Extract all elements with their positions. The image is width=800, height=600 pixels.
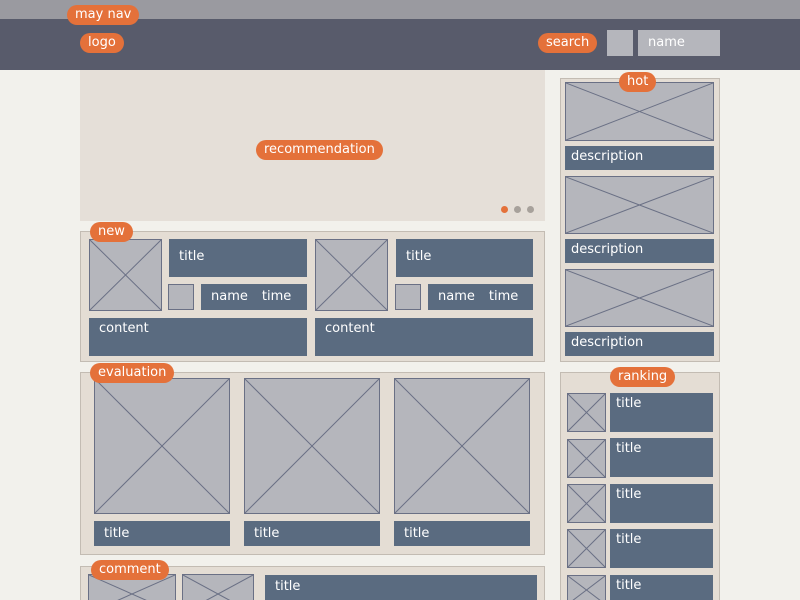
image-placeholder[interactable] xyxy=(565,176,714,234)
evaluation-title[interactable]: title xyxy=(244,521,380,546)
slide-dot-1[interactable] xyxy=(501,206,508,213)
author-name[interactable]: name xyxy=(211,289,248,304)
post-time: time xyxy=(488,289,519,304)
evaluation-title[interactable]: title xyxy=(94,521,230,546)
ranking-title[interactable]: title xyxy=(610,484,713,523)
new-label: new xyxy=(90,222,133,242)
image-placeholder[interactable] xyxy=(94,378,230,514)
comment-title[interactable]: title xyxy=(265,575,537,600)
author-name[interactable]: name xyxy=(438,289,475,304)
nav-label[interactable]: may nav xyxy=(67,5,140,25)
search-button[interactable]: search xyxy=(538,33,598,53)
ranking-title[interactable]: title xyxy=(610,438,713,477)
author-avatar[interactable] xyxy=(168,284,194,310)
avatar[interactable] xyxy=(607,30,633,56)
new-item-title[interactable]: title xyxy=(169,239,307,277)
hot-description[interactable]: description xyxy=(565,146,714,170)
comment-label: comment xyxy=(91,560,169,580)
image-placeholder[interactable] xyxy=(567,575,606,600)
ranking-title[interactable]: title xyxy=(610,575,713,600)
logo[interactable]: logo xyxy=(80,33,124,53)
hot-description[interactable]: description xyxy=(565,239,714,263)
image-placeholder[interactable] xyxy=(182,574,254,600)
image-placeholder[interactable] xyxy=(244,378,380,514)
image-placeholder[interactable] xyxy=(567,484,606,523)
ranking-title[interactable]: title xyxy=(610,529,713,568)
meta-row: name time xyxy=(201,284,307,310)
image-placeholder[interactable] xyxy=(315,239,388,311)
content-block[interactable]: content xyxy=(89,318,307,356)
recommendation-label: recommendation xyxy=(256,140,383,160)
content-block[interactable]: content xyxy=(315,318,533,356)
ranking-label: ranking xyxy=(610,367,676,387)
slide-dot-2[interactable] xyxy=(514,206,521,213)
post-time: time xyxy=(261,289,292,304)
hot-description[interactable]: description xyxy=(565,332,714,356)
hot-label: hot xyxy=(619,72,657,92)
image-placeholder[interactable] xyxy=(565,269,714,327)
user-name[interactable]: name xyxy=(638,30,720,56)
image-placeholder[interactable] xyxy=(89,239,162,311)
image-placeholder[interactable] xyxy=(394,378,530,514)
slide-dot-3[interactable] xyxy=(527,206,534,213)
evaluation-label: evaluation xyxy=(90,363,175,383)
author-avatar[interactable] xyxy=(395,284,421,310)
meta-row: name time xyxy=(428,284,533,310)
image-placeholder[interactable] xyxy=(567,439,606,478)
ranking-title[interactable]: title xyxy=(610,393,713,432)
evaluation-title[interactable]: title xyxy=(394,521,530,546)
new-item-title[interactable]: title xyxy=(396,239,533,277)
image-placeholder[interactable] xyxy=(567,529,606,568)
image-placeholder[interactable] xyxy=(567,393,606,432)
